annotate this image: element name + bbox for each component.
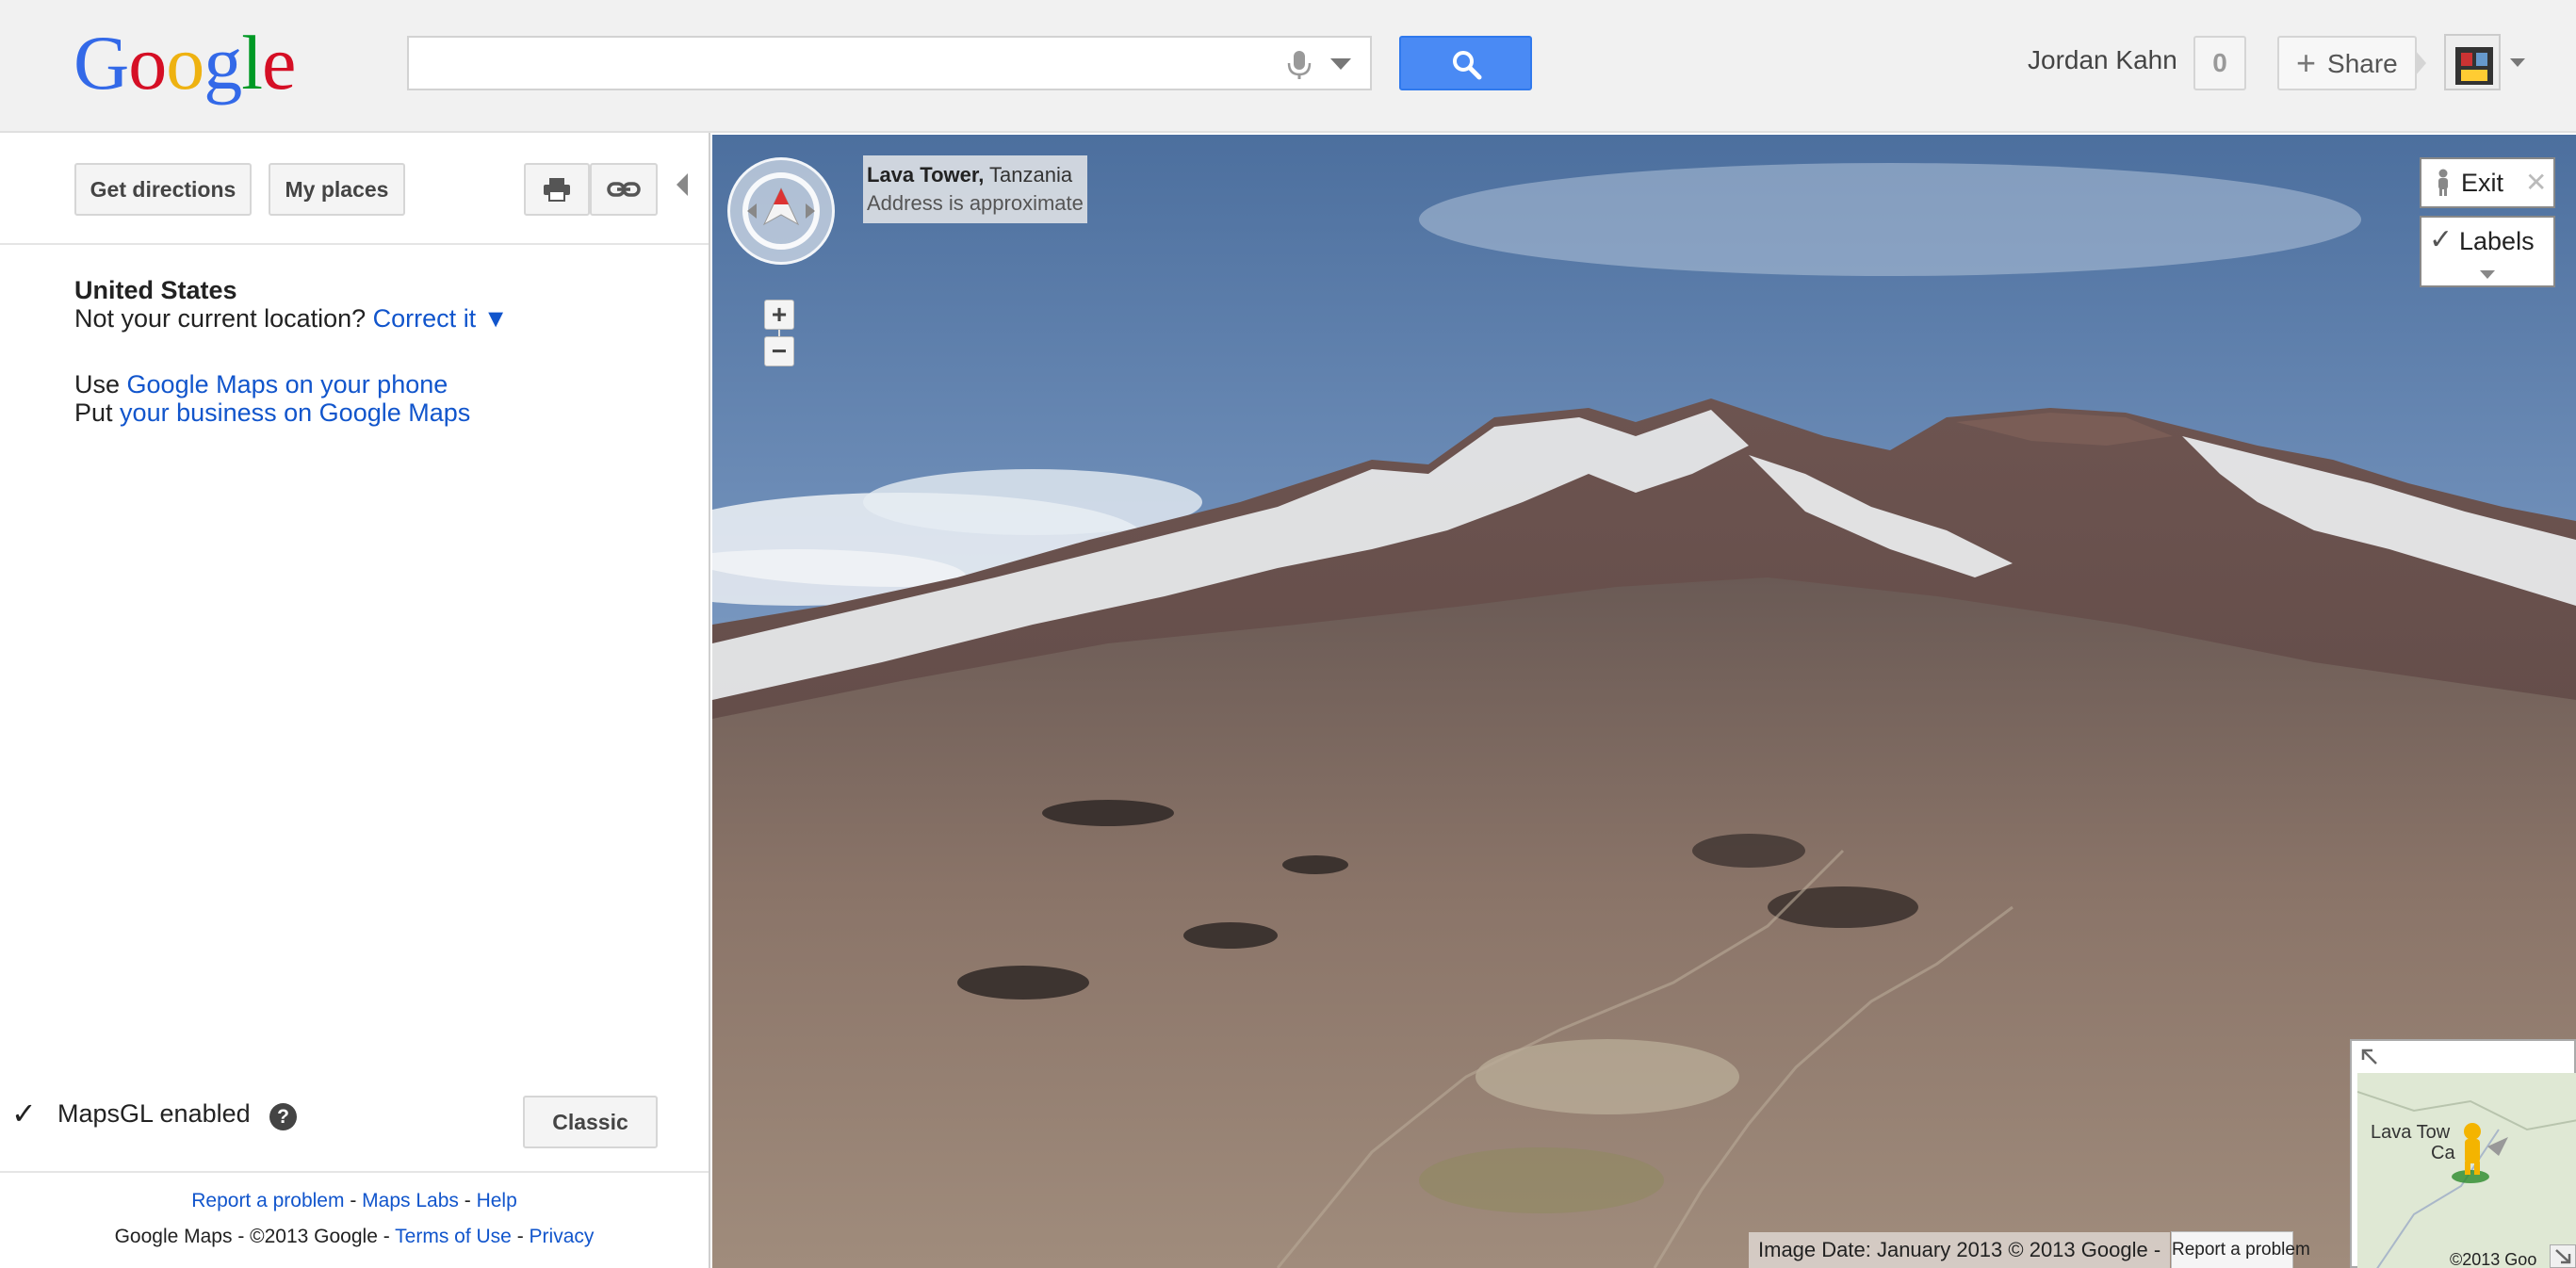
link-button[interactable] — [590, 163, 658, 216]
help-icon[interactable]: ? — [269, 1103, 297, 1130]
pegman-icon — [2438, 169, 2448, 196]
user-name[interactable]: Jordan Kahn — [2028, 45, 2177, 75]
mini-map-label-line1: Lava Tow — [2371, 1122, 2451, 1143]
mountain-panorama-image — [712, 135, 2576, 1268]
mini-map[interactable]: Lava Tow Ca ©2013 Goo — [2350, 1039, 2576, 1268]
search-icon — [1453, 51, 1482, 80]
footer-links: Report a problem - Maps Labs - Help — [0, 1190, 709, 1212]
logo-letter: l — [241, 20, 263, 106]
put-text: Put — [74, 398, 113, 427]
logo-letter: G — [73, 20, 129, 106]
logo-letter: e — [262, 20, 296, 106]
sidebar: Get directions My places United States N… — [0, 133, 710, 1268]
mini-map-label-line2: Ca — [2431, 1143, 2455, 1163]
expand-arrow-icon[interactable] — [2359, 1047, 2380, 1067]
maps-labs-link[interactable]: Maps Labs — [362, 1190, 459, 1211]
location-country: United States — [74, 276, 237, 304]
use-text: Use — [74, 370, 121, 398]
microphone-icon[interactable] — [1285, 49, 1313, 81]
separator: - — [511, 1226, 530, 1247]
labels-label: Labels — [2459, 227, 2535, 255]
print-button[interactable] — [524, 163, 590, 216]
street-view-panorama[interactable]: + − Lava Tower, Tanzania Address is appr… — [712, 135, 2576, 1268]
logo-letter: o — [166, 20, 204, 106]
separator: - — [344, 1190, 363, 1211]
mapsgl-checkmark-icon[interactable]: ✓ — [11, 1096, 37, 1131]
exit-label: Exit — [2461, 169, 2504, 197]
collapse-arrow-icon — [2555, 1249, 2571, 1264]
chevron-down-icon — [2480, 270, 2495, 279]
zoom-in-button[interactable]: + — [764, 300, 794, 330]
share-arrow-icon — [2415, 50, 2426, 76]
logo-letter: g — [204, 20, 242, 106]
google-logo[interactable]: Google — [73, 20, 296, 106]
mini-map-copyright: ©2013 Goo — [2450, 1250, 2537, 1268]
address-label: Lava Tower, Tanzania Address is approxim… — [863, 155, 1087, 223]
divider — [0, 1171, 709, 1173]
mini-map-collapse-button[interactable] — [2550, 1244, 2576, 1268]
top-bar: Google Jordan Kahn 0 + Share — [0, 0, 2576, 133]
mini-map-place-label: Lava Tow Ca — [2371, 1122, 2455, 1163]
compass-icon — [742, 172, 820, 250]
compass-control[interactable] — [727, 157, 835, 265]
report-problem-link[interactable]: Report a problem — [191, 1190, 344, 1211]
my-places-button[interactable]: My places — [269, 163, 405, 216]
location-question: Not your current location? Correct it ▼ — [74, 304, 508, 333]
exit-street-view-button[interactable]: Exit ✕ — [2420, 157, 2555, 208]
checkmark-icon: ✓ — [2429, 224, 2454, 255]
business-link[interactable]: your business on Google Maps — [120, 398, 470, 427]
mobile-promo: Use Google Maps on your phone — [74, 370, 448, 399]
avatar-image — [2446, 36, 2499, 89]
close-icon: ✕ — [2525, 168, 2548, 197]
search-options-chevron-icon[interactable] — [1330, 58, 1351, 70]
help-link[interactable]: Help — [477, 1190, 517, 1211]
printer-icon — [544, 178, 570, 202]
copyright-text: Google Maps - ©2013 Google - — [114, 1226, 396, 1247]
place-line: Lava Tower, Tanzania — [867, 161, 1084, 189]
share-button[interactable]: + Share — [2277, 36, 2417, 90]
avatar[interactable] — [2444, 34, 2501, 90]
link-icon — [607, 182, 641, 197]
mini-map-terrain — [2357, 1073, 2576, 1268]
image-date-attribution: Image Date: January 2013 © 2013 Google - — [1749, 1232, 2171, 1268]
separator: - — [458, 1190, 477, 1211]
get-directions-button[interactable]: Get directions — [74, 163, 252, 216]
address-note: Address is approximate — [867, 191, 1084, 215]
not-current-text: Not your current location? — [74, 304, 367, 333]
place-region: Tanzania — [989, 163, 1073, 187]
report-problem-button[interactable]: Report a problem — [2171, 1231, 2310, 1268]
correct-location-link[interactable]: Correct it ▼ — [373, 304, 509, 333]
business-promo: Put your business on Google Maps — [74, 398, 470, 428]
mini-map-canvas[interactable]: Lava Tow Ca ©2013 Goo — [2357, 1073, 2576, 1268]
logo-letter: o — [128, 20, 167, 106]
plus-icon: + — [2296, 43, 2317, 82]
share-label: Share — [2327, 49, 2398, 78]
maps-on-phone-link[interactable]: Google Maps on your phone — [127, 370, 448, 398]
classic-button[interactable]: Classic — [523, 1096, 658, 1148]
search-button[interactable] — [1399, 36, 1532, 90]
footer-copyright: Google Maps - ©2013 Google - Terms of Us… — [0, 1226, 709, 1248]
mapsgl-label: MapsGL enabled — [57, 1099, 251, 1128]
account-chevron-down-icon[interactable] — [2510, 58, 2525, 67]
privacy-link[interactable]: Privacy — [530, 1226, 595, 1247]
notification-count[interactable]: 0 — [2193, 36, 2246, 90]
zoom-out-button[interactable]: − — [764, 336, 794, 366]
place-name: Lava Tower, — [867, 163, 985, 187]
collapse-panel-icon[interactable] — [677, 173, 688, 196]
divider — [0, 243, 709, 245]
labels-toggle[interactable]: ✓ Labels — [2420, 216, 2555, 287]
terms-link[interactable]: Terms of Use — [395, 1226, 512, 1247]
search-input[interactable] — [407, 36, 1372, 90]
